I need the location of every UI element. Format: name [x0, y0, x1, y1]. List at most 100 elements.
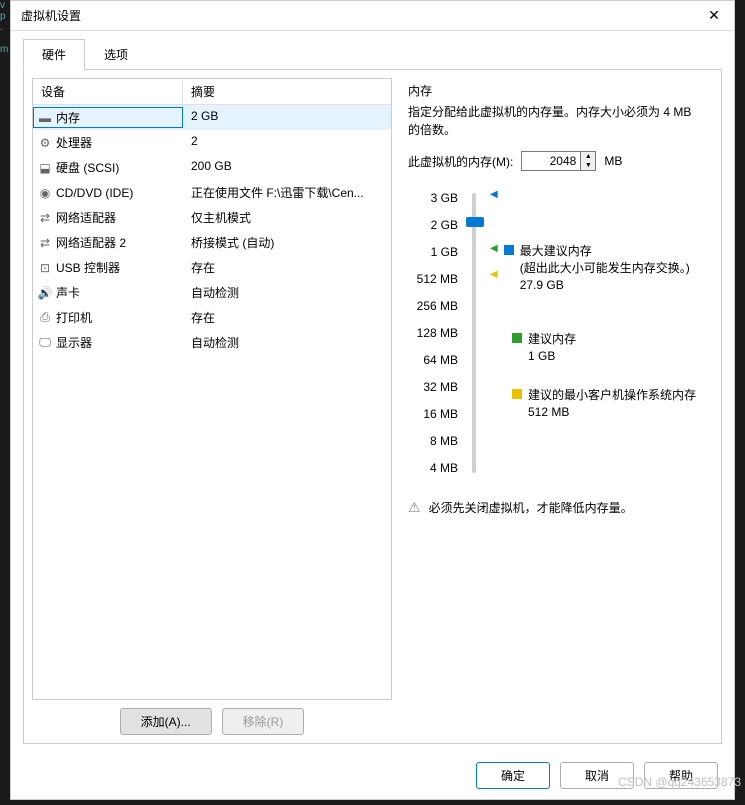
slider-tick-label: 4 MB	[430, 461, 458, 475]
table-row[interactable]: ⎙ 打印机 存在	[33, 305, 391, 330]
header-device[interactable]: 设备	[33, 79, 183, 104]
memory-input-label: 此虚拟机的内存(M):	[408, 153, 513, 170]
table-row[interactable]: ◉ CD/DVD (IDE) 正在使用文件 F:\迅雷下载\Cen...	[33, 180, 391, 205]
device-name: 声卡	[56, 284, 80, 301]
header-summary[interactable]: 摘要	[183, 79, 391, 104]
summary-cell: 存在	[183, 307, 391, 328]
device-cell: 🔊 声卡	[33, 282, 183, 303]
usb-icon: ⊡	[38, 261, 52, 275]
memory-spinner[interactable]: ▲▼	[581, 151, 596, 171]
table-row[interactable]: ⊡ USB 控制器 存在	[33, 255, 391, 280]
ok-button[interactable]: 确定	[476, 762, 550, 789]
spinner-up-icon[interactable]: ▲	[581, 152, 595, 161]
slider-tick-label: 2 GB	[431, 218, 458, 232]
tab-hardware[interactable]: 硬件	[23, 39, 85, 70]
left-buttons: 添加(A)... 移除(R)	[32, 700, 392, 735]
spinner-down-icon[interactable]: ▼	[581, 161, 595, 170]
memory-input-row: 此虚拟机的内存(M): ▲▼ MB	[408, 151, 705, 171]
slider-tick-label: 128 MB	[417, 326, 458, 340]
warning-text: 必须先关闭虚拟机，才能降低内存量。	[429, 499, 633, 516]
summary-cell: 正在使用文件 F:\迅雷下载\Cen...	[183, 182, 391, 203]
table-row[interactable]: 🔊 声卡 自动检测	[33, 280, 391, 305]
device-name: 处理器	[56, 134, 92, 151]
remove-button[interactable]: 移除(R)	[222, 708, 305, 735]
slider-thumb[interactable]	[466, 217, 484, 227]
device-cell: ⊡ USB 控制器	[33, 257, 183, 278]
table-row[interactable]: 🖵显示器自动检测	[33, 330, 391, 355]
device-name: 网络适配器	[56, 209, 116, 226]
device-cell: ⎙ 打印机	[33, 307, 183, 328]
warning-icon: ⚠	[408, 499, 421, 516]
summary-cell: 2	[183, 132, 391, 153]
slider-track[interactable]	[472, 193, 476, 473]
table-row[interactable]: ⬓硬盘 (SCSI)200 GB	[33, 155, 391, 180]
slider-tick-label: 32 MB	[423, 380, 458, 394]
marker-max-text: 最大建议内存 (超出此大小可能发生内存交换。) 27.9 GB	[520, 243, 690, 293]
disk-icon: ⬓	[38, 161, 52, 175]
table-body: ▬ 内存 2 GB⚙处理器2⬓硬盘 (SCSI)200 GB ◉ CD/DVD (IDE…	[33, 105, 391, 355]
marker-max: ◀ 最大建议内存 (超出此大小可能发生内存交换。) 27.9 GB	[490, 243, 690, 293]
slider-track-wrap	[464, 189, 484, 479]
summary-cell: 自动检测	[183, 282, 391, 303]
table-row[interactable]: ⇄网络适配器 2桥接模式 (自动)	[33, 230, 391, 255]
arrow-yellow-icon: ◀	[490, 269, 498, 280]
device-name: CD/DVD (IDE)	[56, 186, 133, 200]
slider-tick-label: 16 MB	[423, 407, 458, 421]
device-name: 内存	[56, 109, 80, 126]
marker-min: 建议的最小客户机操作系统内存 512 MB	[512, 387, 696, 421]
printer-icon: ⎙	[38, 311, 52, 325]
summary-cell: 存在	[183, 257, 391, 278]
device-cell: ⚙处理器	[33, 132, 183, 153]
settings-window: 虚拟机设置 ✕ 硬件 选项 设备 摘要 ▬内存2 GB⚙处理器2⬓硬盘 (SCS…	[10, 0, 735, 800]
cancel-button[interactable]: 取消	[560, 762, 634, 789]
warning-row: ⚠ 必须先关闭虚拟机，才能降低内存量。	[408, 499, 705, 516]
slider-tick-label: 1 GB	[431, 245, 458, 259]
titlebar: 虚拟机设置 ✕	[11, 1, 734, 31]
device-cell: ▬ 内存	[33, 107, 183, 128]
device-table: 设备 摘要 ▬ 内存 2 GB⚙处理器2⬓硬盘 (SCSI)200 GB ◉ CD/DV…	[32, 78, 392, 700]
summary-cell: 桥接模式 (自动)	[183, 232, 391, 253]
window-title: 虚拟机设置	[21, 7, 704, 24]
arrow-blue-icon: ◀	[490, 189, 498, 200]
add-button[interactable]: 添加(A)...	[120, 708, 212, 735]
summary-cell: 200 GB	[183, 157, 391, 178]
arrow-green-icon: ◀	[490, 243, 498, 254]
memory-input[interactable]	[521, 151, 581, 171]
slider-tick-label: 256 MB	[417, 299, 458, 313]
right-panel: 内存 指定分配给此虚拟机的内存量。内存大小必须为 4 MB 的倍数。 此虚拟机的…	[400, 78, 713, 735]
memory-description: 指定分配给此虚拟机的内存量。内存大小必须为 4 MB 的倍数。	[408, 103, 705, 139]
device-name: 打印机	[56, 309, 92, 326]
tab-content: 设备 摘要 ▬内存2 GB⚙处理器2⬓硬盘 (SCSI)200 GB◉CD/DV…	[23, 69, 722, 744]
slider-tick-label: 64 MB	[423, 353, 458, 367]
help-button[interactable]: 帮助	[644, 762, 718, 789]
square-blue-icon	[504, 245, 514, 255]
device-name: USB 控制器	[56, 259, 120, 276]
marker-rec-text: 建议内存 1 GB	[528, 331, 576, 365]
table-row[interactable]: ⇄网络适配器仅主机模式	[33, 205, 391, 230]
tab-bar: 硬件 选项	[11, 31, 734, 70]
slider-tick-label: 512 MB	[417, 272, 458, 286]
memory-slider-area: 3 GB2 GB1 GB512 MB256 MB128 MB64 MB32 MB…	[408, 189, 705, 479]
network-icon: ⇄	[38, 236, 52, 250]
marker-yellow-arrow: ◀	[490, 269, 498, 280]
device-name: 显示器	[56, 334, 92, 351]
memory-title: 内存	[408, 82, 705, 99]
marker-recommended: 建议内存 1 GB	[512, 331, 576, 365]
table-header: 设备 摘要	[33, 79, 391, 105]
sound-icon: 🔊	[38, 286, 52, 300]
table-row[interactable]: ▬ 内存 2 GB	[33, 105, 391, 130]
left-panel: 设备 摘要 ▬ 内存 2 GB⚙处理器2⬓硬盘 (SCSI)200 GB ◉ CD/DV…	[32, 78, 392, 735]
dialog-buttons: 确定 取消 帮助	[11, 752, 734, 799]
summary-cell: 2 GB	[183, 107, 391, 128]
device-cell: 🖵显示器	[33, 332, 183, 353]
network-icon: ⇄	[38, 211, 52, 225]
left-edge-deco: vp.m	[0, 0, 8, 805]
table-row[interactable]: ⚙处理器2	[33, 130, 391, 155]
tab-options[interactable]: 选项	[85, 39, 147, 70]
cd-icon: ◉	[38, 186, 52, 200]
device-cell: ⇄网络适配器 2	[33, 232, 183, 253]
close-icon[interactable]: ✕	[704, 6, 724, 26]
square-green-icon	[512, 333, 522, 343]
slider-info: ◀ ◀ 最大建议内存 (超出此大小可能发生内存交换。) 27.9 GB ◀	[490, 189, 705, 479]
memory-icon: ▬	[38, 111, 52, 125]
